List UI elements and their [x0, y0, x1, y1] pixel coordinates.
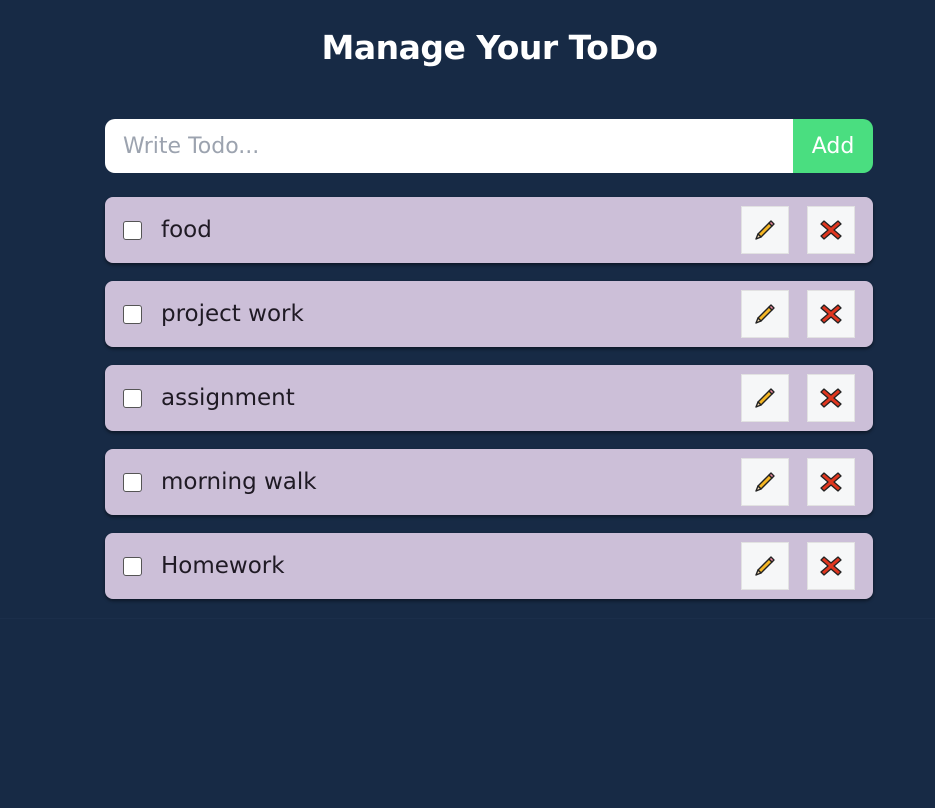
todo-text: assignment — [161, 385, 295, 411]
todo-item: project work — [105, 281, 873, 347]
delete-button[interactable] — [807, 206, 855, 254]
edit-button[interactable] — [741, 542, 789, 590]
todo-checkbox[interactable] — [123, 472, 142, 492]
todo-item: food — [105, 197, 873, 263]
pencil-icon — [752, 217, 778, 243]
edit-button[interactable] — [741, 374, 789, 422]
todo-text: Homework — [161, 553, 285, 579]
todo-actions — [741, 542, 855, 590]
close-x-icon — [818, 385, 844, 411]
todo-checkbox[interactable] — [123, 388, 142, 408]
close-x-icon — [818, 301, 844, 327]
delete-button[interactable] — [807, 374, 855, 422]
todo-item: Homework — [105, 533, 873, 599]
close-x-icon — [818, 553, 844, 579]
todo-checkbox[interactable] — [123, 556, 142, 576]
pencil-icon — [752, 301, 778, 327]
page-title: Manage Your ToDo — [321, 28, 658, 67]
edit-button[interactable] — [741, 290, 789, 338]
todo-text: food — [161, 217, 212, 243]
pencil-icon — [752, 469, 778, 495]
delete-button[interactable] — [807, 458, 855, 506]
close-x-icon — [818, 469, 844, 495]
todo-app: Manage Your ToDo Add food — [0, 0, 935, 808]
page-background-lower — [0, 618, 935, 808]
todo-text: morning walk — [161, 469, 317, 495]
todo-actions — [741, 206, 855, 254]
todo-item: morning walk — [105, 449, 873, 515]
delete-button[interactable] — [807, 290, 855, 338]
todo-actions — [741, 374, 855, 422]
edit-button[interactable] — [741, 206, 789, 254]
todo-text: project work — [161, 301, 304, 327]
todo-checkbox[interactable] — [123, 220, 142, 240]
delete-button[interactable] — [807, 542, 855, 590]
todo-input[interactable] — [105, 119, 793, 173]
todo-actions — [741, 290, 855, 338]
todo-actions — [741, 458, 855, 506]
pencil-icon — [752, 553, 778, 579]
edit-button[interactable] — [741, 458, 789, 506]
pencil-icon — [752, 385, 778, 411]
close-x-icon — [818, 217, 844, 243]
todo-list: food project work assignment morning wal… — [105, 197, 873, 617]
add-button[interactable]: Add — [793, 119, 873, 173]
todo-checkbox[interactable] — [123, 304, 142, 324]
todo-item: assignment — [105, 365, 873, 431]
add-todo-form: Add — [105, 119, 873, 173]
